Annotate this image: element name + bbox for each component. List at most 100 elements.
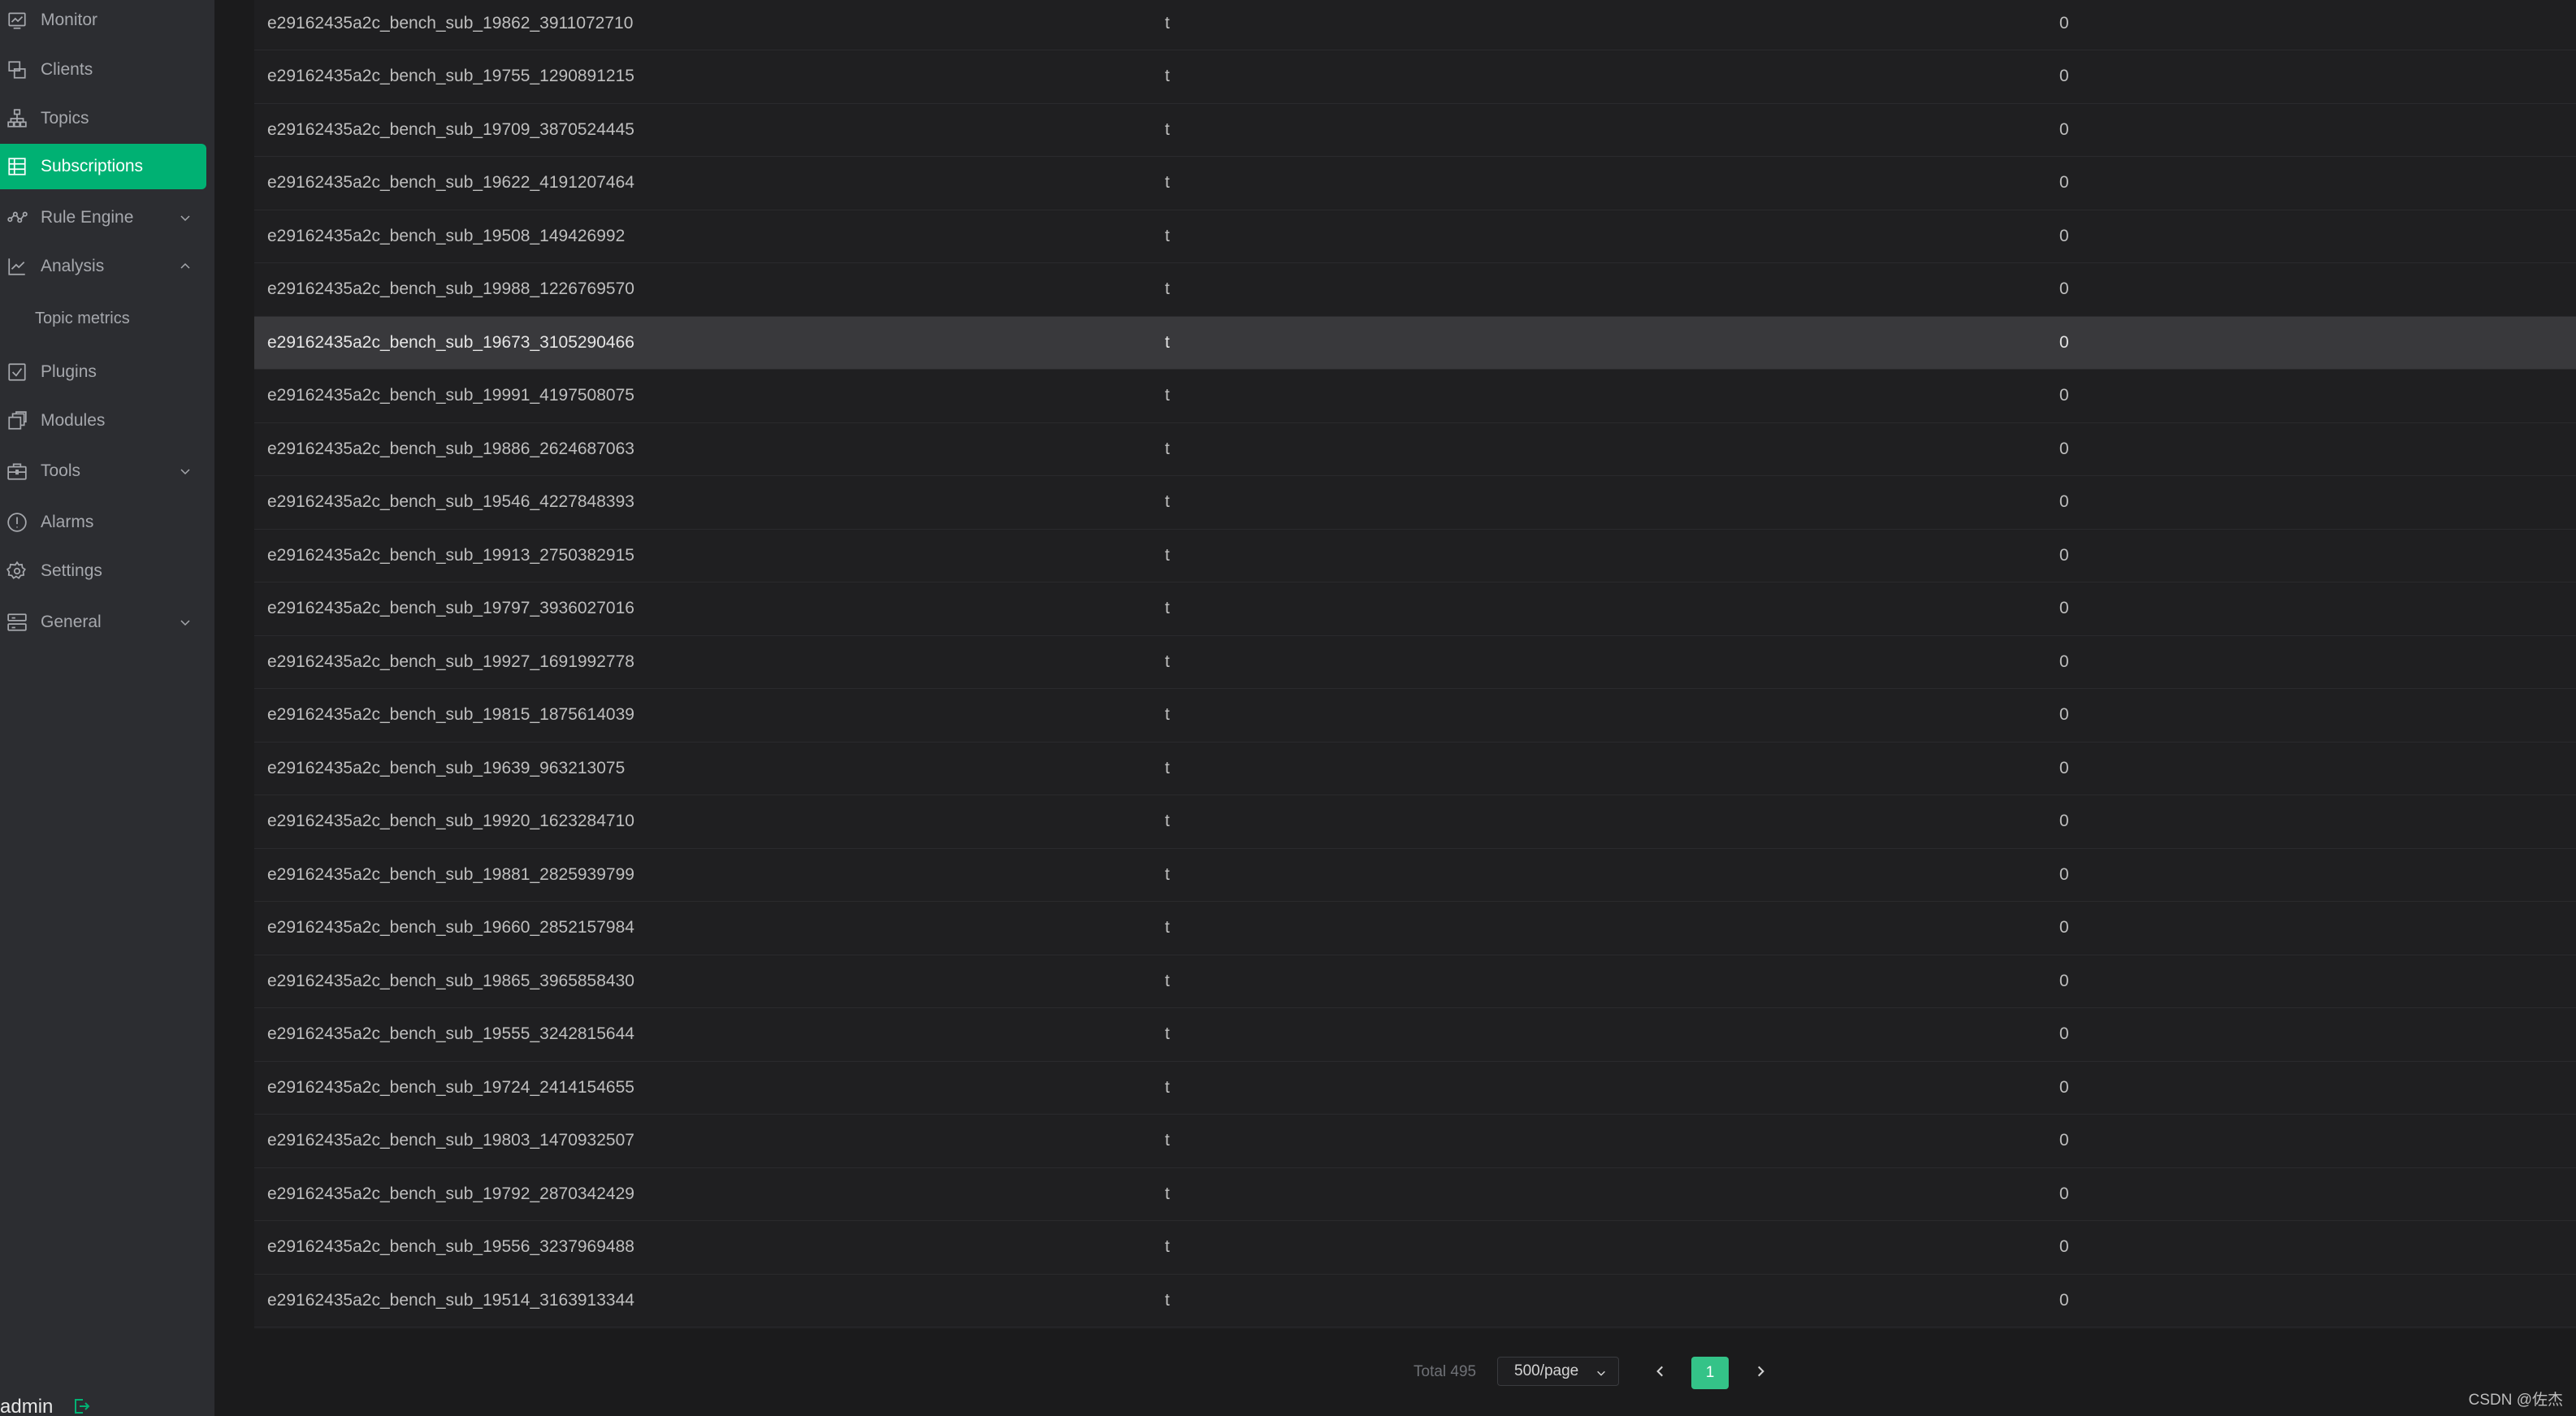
sidebar-item-label: Modules [41,411,106,430]
table-row[interactable]: e29162435a2c_bench_sub_19508_149426992 t 0 [254,210,2576,263]
watermark: CSDN @佐杰 [2468,1392,2563,1409]
client-id-cell: e29162435a2c_bench_sub_19755_1290891215 [267,67,634,86]
sidebar-item-plugins[interactable]: Plugins [0,349,206,395]
qos-cell: 0 [2059,971,2069,990]
topic-cell: t [1165,705,1170,725]
sidebar-item-analysis[interactable]: Analysis [0,244,206,289]
settings-icon [6,561,28,582]
table-row[interactable]: e29162435a2c_bench_sub_19865_3965858430 t… [254,955,2576,1008]
sidebar-item-topics[interactable]: Topics [0,96,206,141]
table-row[interactable]: e29162435a2c_bench_sub_19755_1290891215 t… [254,50,2576,104]
qos-cell: 0 [2059,1077,2069,1097]
table-row[interactable]: e29162435a2c_bench_sub_19660_2852157984 t… [254,902,2576,955]
table-row[interactable]: e29162435a2c_bench_sub_19797_3936027016 t… [254,582,2576,636]
client-id-cell: e29162435a2c_bench_sub_19815_1875614039 [267,705,634,725]
topic-cell: t [1165,971,1170,990]
table-row[interactable]: e29162435a2c_bench_sub_19792_2870342429 t… [254,1168,2576,1221]
sidebar-item-modules[interactable]: Modules [0,398,206,444]
table-row[interactable]: e29162435a2c_bench_sub_19639_963213075 t 0 [254,743,2576,795]
topic-cell: t [1165,1077,1170,1097]
table-row[interactable]: e29162435a2c_bench_sub_19803_1470932507 t… [254,1115,2576,1168]
client-id-cell: e29162435a2c_bench_sub_19865_3965858430 [267,971,634,990]
tools-icon [6,461,28,482]
logout-icon[interactable] [71,1397,92,1416]
table-row[interactable]: e29162435a2c_bench_sub_19546_4227848393 t… [254,476,2576,530]
table-row[interactable]: e29162435a2c_bench_sub_19555_3242815644 t… [254,1008,2576,1062]
page-number-current[interactable]: 1 [1691,1357,1729,1389]
subscriptions-icon [6,156,28,177]
chevron-down-icon [180,620,190,626]
topic-cell: t [1165,545,1170,565]
topic-cell: t [1165,599,1170,618]
topics-icon [6,108,28,129]
table-row[interactable]: e29162435a2c_bench_sub_19815_1875614039 t… [254,689,2576,743]
qos-cell: 0 [2059,279,2069,299]
table-row[interactable]: e29162435a2c_bench_sub_19514_3163913344 t… [254,1275,2576,1327]
sidebar-subitem-topic-metrics[interactable]: Topic metrics [35,302,130,335]
sidebar-item-rule-engine[interactable]: Rule Engine [0,195,206,240]
topic-cell: t [1165,1024,1170,1044]
monitor-icon [6,10,28,31]
plugins-icon [6,362,28,383]
topic-cell: t [1165,812,1170,831]
sidebar-item-label: Topics [41,109,89,128]
qos-cell: 0 [2059,492,2069,512]
general-icon [6,612,28,633]
chevron-up-icon [180,262,190,269]
sidebar-item-label: Subscriptions [41,157,144,175]
modules-icon [6,410,28,431]
sidebar-item-settings[interactable]: Settings [0,548,206,594]
topic-cell: t [1165,226,1170,245]
topic-cell: t [1165,1237,1170,1257]
pagination: Total 495 500/page 1 [0,1357,2576,1389]
topic-cell: t [1165,864,1170,884]
page-size-select[interactable]: 500/page [1497,1357,1619,1386]
qos-cell: 0 [2059,652,2069,671]
qos-cell: 0 [2059,226,2069,245]
topic-cell: t [1165,1184,1170,1203]
table-row-hovered[interactable]: e29162435a2c_bench_sub_19673_3105290466 t… [254,316,2576,370]
sidebar-item-label: Alarms [41,513,94,531]
table-row[interactable]: e29162435a2c_bench_sub_19886_2624687063 t… [254,423,2576,476]
sidebar-item-subscriptions[interactable]: Subscriptions [0,144,206,189]
table-row[interactable]: e29162435a2c_bench_sub_19709_3870524445 t… [254,104,2576,157]
chevron-left-icon [1656,1366,1663,1377]
chevron-down-icon [180,215,190,222]
client-id-cell: e29162435a2c_bench_sub_19886_2624687063 [267,439,634,458]
table-row[interactable]: e29162435a2c_bench_sub_19920_1623284710 t… [254,795,2576,849]
table-row[interactable]: e29162435a2c_bench_sub_19724_2414154655 t… [254,1062,2576,1115]
topic-cell: t [1165,332,1170,352]
sidebar-item-alarms[interactable]: Alarms [0,500,206,545]
table-row[interactable]: e29162435a2c_bench_sub_19988_1226769570 t… [254,263,2576,317]
qos-cell: 0 [2059,1024,2069,1044]
client-id-cell: e29162435a2c_bench_sub_19792_2870342429 [267,1184,634,1203]
client-id-cell: e29162435a2c_bench_sub_19709_3870524445 [267,119,634,139]
client-id-cell: e29162435a2c_bench_sub_19991_4197508075 [267,386,634,405]
client-id-cell: e29162435a2c_bench_sub_19546_4227848393 [267,492,634,512]
client-id-cell: e29162435a2c_bench_sub_19555_3242815644 [267,1024,634,1044]
topic-cell: t [1165,1131,1170,1150]
table-row[interactable]: e29162435a2c_bench_sub_19862_3911072710 t… [254,0,2576,50]
table-row[interactable]: e29162435a2c_bench_sub_19927_1691992778 t… [254,636,2576,689]
sidebar-item-label: Settings [41,561,102,580]
topic-cell: t [1165,173,1170,193]
qos-cell: 0 [2059,918,2069,938]
username: admin [0,1397,54,1416]
sidebar-item-label: Tools [41,461,81,480]
analysis-icon [6,256,28,277]
table-row[interactable]: e29162435a2c_bench_sub_19991_4197508075 t… [254,370,2576,423]
sidebar-item-general[interactable]: General [0,600,206,645]
table-row[interactable]: e29162435a2c_bench_sub_19881_2825939799 t… [254,849,2576,902]
client-id-cell: e29162435a2c_bench_sub_19508_149426992 [267,226,626,245]
next-page-button[interactable] [1747,1358,1773,1384]
table-row[interactable]: e29162435a2c_bench_sub_19556_3237969488 t… [254,1221,2576,1275]
table-row[interactable]: e29162435a2c_bench_sub_19913_2750382915 t… [254,530,2576,582]
topic-cell: t [1165,492,1170,512]
qos-cell: 0 [2059,1290,2069,1310]
table-row[interactable]: e29162435a2c_bench_sub_19622_4191207464 t… [254,157,2576,210]
sidebar-item-clients[interactable]: Clients [0,47,206,93]
sidebar-item-monitor[interactable]: Monitor [0,0,206,43]
prev-page-button[interactable] [1647,1358,1673,1384]
chevron-right-icon [1758,1366,1764,1377]
sidebar-item-tools[interactable]: Tools [0,448,206,494]
